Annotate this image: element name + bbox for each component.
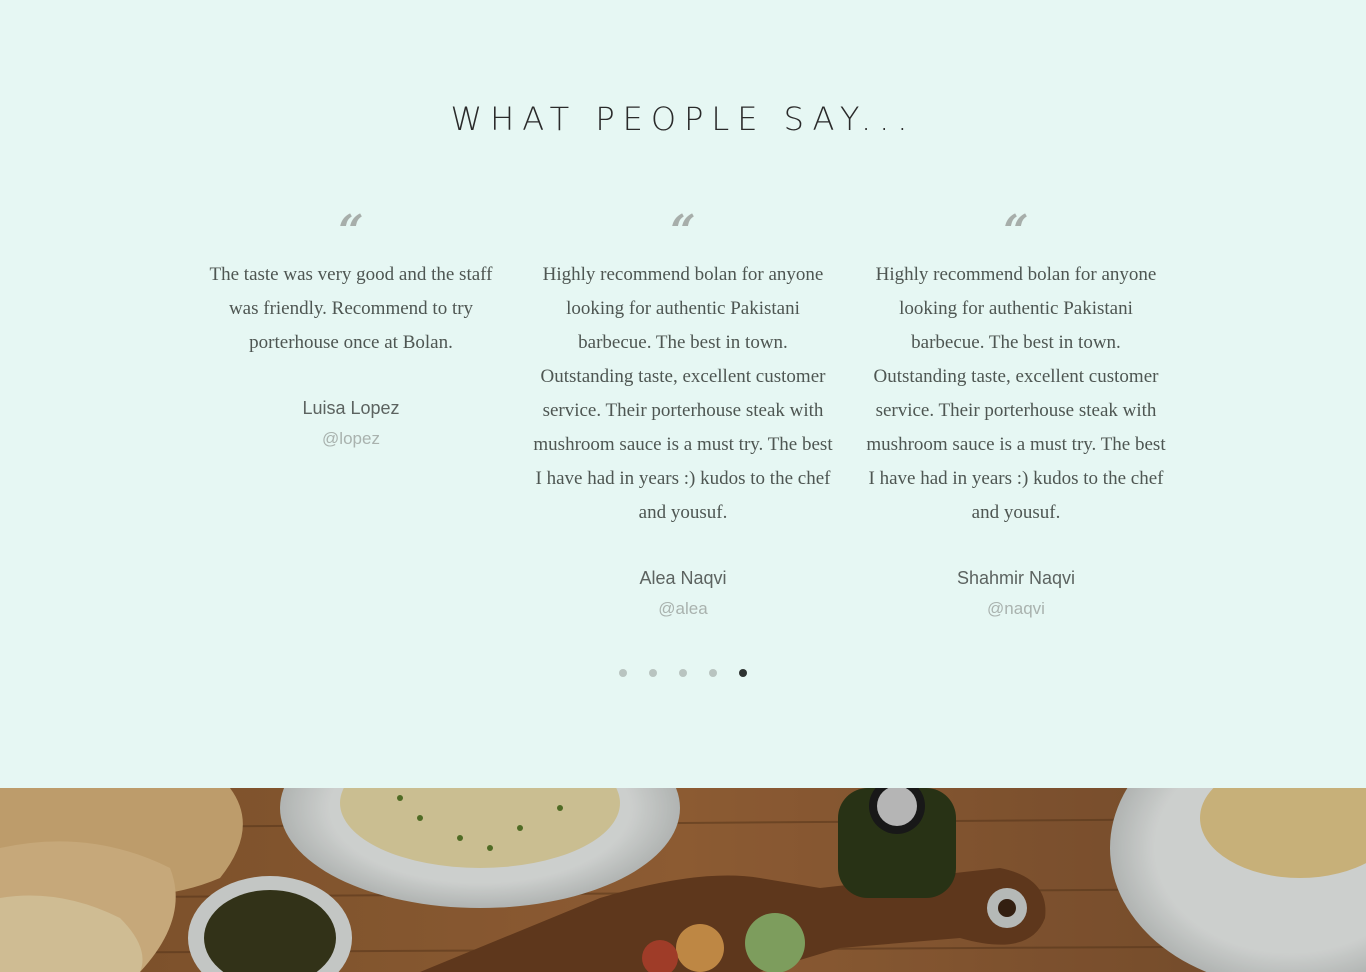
- food-photo-illustration: [0, 788, 1366, 972]
- author-handle: @lopez: [322, 429, 380, 448]
- testimonial-quote: Highly recommend bolan for anyone lookin…: [533, 264, 833, 523]
- section-title: WHAT PEOPLE SAY...: [450, 100, 916, 138]
- testimonial-card: “ Highly recommend bolan for anyone look…: [533, 210, 833, 619]
- testimonial-quote: Highly recommend bolan for anyone lookin…: [866, 264, 1166, 523]
- carousel-dot-active[interactable]: [739, 669, 747, 677]
- quote-icon: “: [1003, 206, 1029, 257]
- quote-icon: “: [670, 206, 696, 257]
- carousel-dot[interactable]: [679, 669, 687, 677]
- author-name: Alea Naqvi: [639, 568, 727, 588]
- testimonial-quote: The taste was very good and the staff wa…: [209, 264, 493, 353]
- testimonials-section: WHAT PEOPLE SAY... “ The taste was very …: [0, 0, 1366, 788]
- author-handle: @alea: [658, 599, 708, 618]
- quote-icon: “: [338, 206, 364, 257]
- carousel-dot[interactable]: [709, 669, 717, 677]
- author-name: Luisa Lopez: [302, 398, 400, 418]
- carousel-pagination: [619, 669, 747, 677]
- carousel-dot[interactable]: [619, 669, 627, 677]
- carousel-dot[interactable]: [649, 669, 657, 677]
- testimonial-card: “ The taste was very good and the staff …: [201, 210, 501, 449]
- page: WHAT PEOPLE SAY... “ The taste was very …: [0, 0, 1366, 972]
- author-handle: @naqvi: [987, 599, 1045, 618]
- food-table-photo: [0, 788, 1366, 972]
- author-name: Shahmir Naqvi: [956, 568, 1076, 588]
- testimonial-card: “ Highly recommend bolan for anyone look…: [866, 210, 1166, 619]
